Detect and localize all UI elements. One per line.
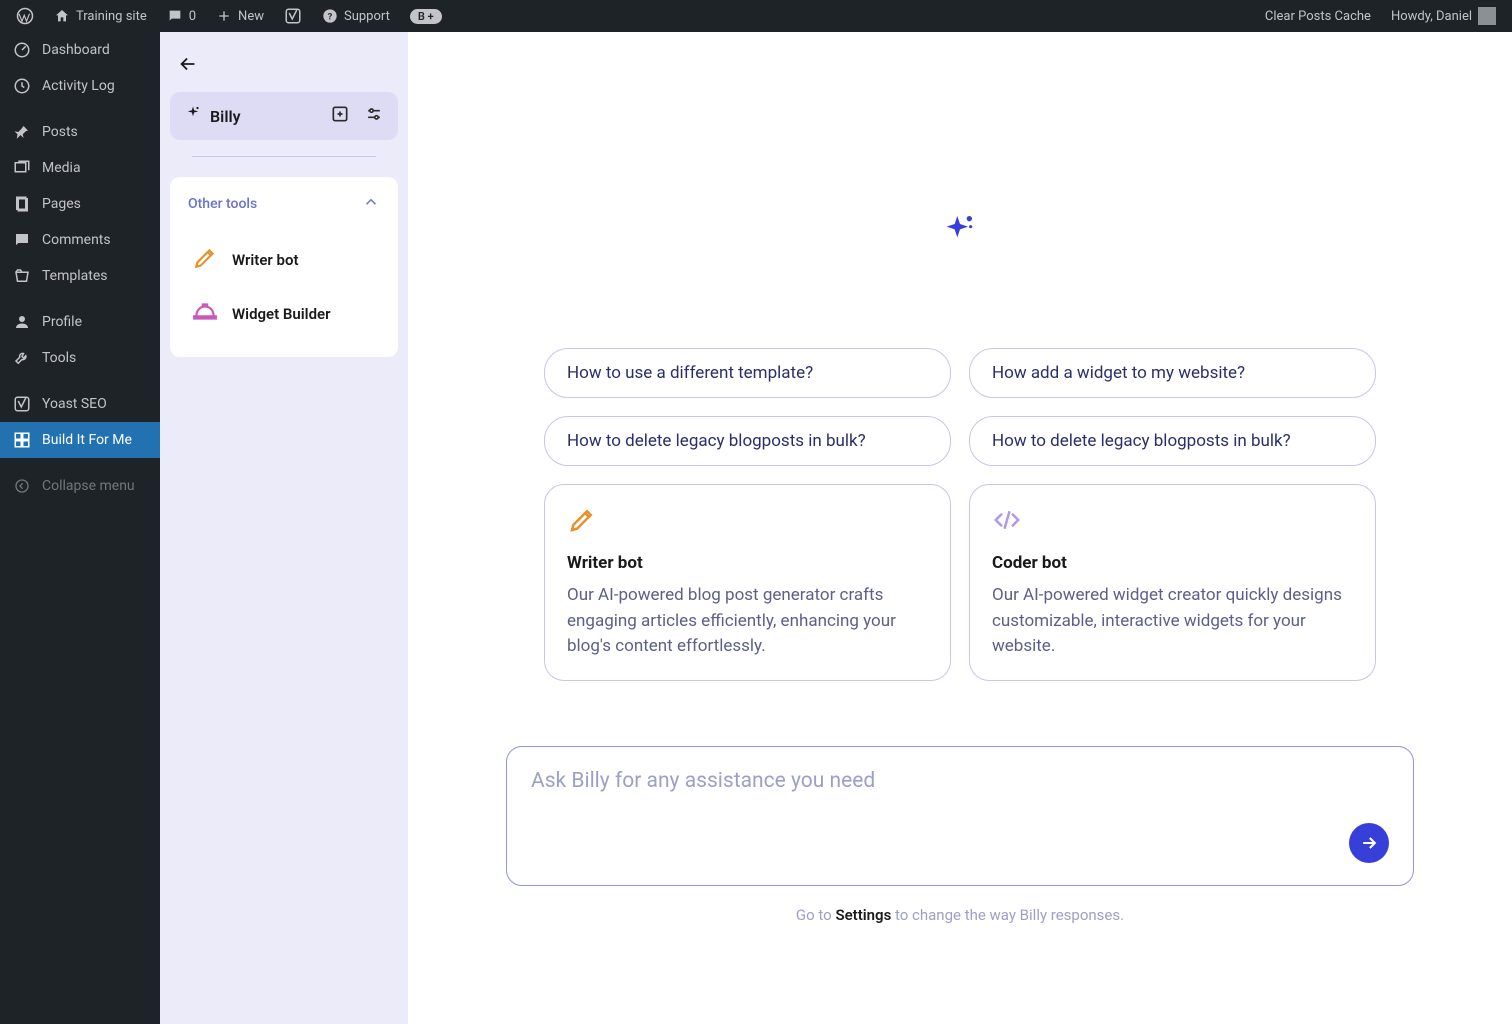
tools-icon [12, 348, 32, 368]
pin-icon [12, 122, 32, 142]
support-link[interactable]: ? Support [314, 0, 398, 32]
pencil-icon [192, 245, 218, 275]
writer-bot-desc: Our AI-powered blog post generator craft… [567, 583, 928, 660]
clear-cache-link[interactable]: Clear Posts Cache [1257, 0, 1379, 32]
coder-bot-desc: Our AI-powered widget creator quickly de… [992, 583, 1353, 660]
comments-link[interactable]: 0 [159, 0, 204, 32]
svg-text:?: ? [328, 11, 333, 22]
menu-activity-log[interactable]: Activity Log [0, 68, 160, 104]
wp-logo[interactable] [8, 0, 42, 32]
send-button[interactable] [1349, 823, 1389, 863]
coder-bot-title: Coder bot [992, 553, 1353, 573]
new-link[interactable]: New [208, 0, 272, 32]
collapse-icon [12, 476, 32, 496]
pages-icon [12, 194, 32, 214]
sparkle-icon [184, 105, 202, 127]
profile-icon [12, 312, 32, 332]
tool-widget-builder[interactable]: Widget Builder [188, 287, 380, 341]
new-chat-button[interactable] [330, 104, 350, 128]
coder-bot-card[interactable]: Coder bot Our AI-powered widget creator … [969, 484, 1376, 681]
templates-icon [12, 266, 32, 286]
admin-bar: Training site 0 New ? Support B + Clear … [0, 0, 1512, 32]
back-button[interactable] [170, 46, 206, 82]
menu-yoast[interactable]: Yoast SEO [0, 386, 160, 422]
prompt-input[interactable] [531, 769, 1389, 793]
main-content: How to use a different template? How add… [408, 32, 1512, 1024]
writer-bot-card[interactable]: Writer bot Our AI-powered blog post gene… [544, 484, 951, 681]
prompt-box [506, 746, 1414, 886]
wp-admin-sidebar: Dashboard Activity Log Posts Media Pages… [0, 32, 160, 1024]
site-name-link[interactable]: Training site [46, 0, 155, 32]
billy-header: Billy [170, 92, 398, 140]
menu-build-it[interactable]: Build It For Me [0, 422, 160, 458]
billy-panel: Billy Other tools Writer bot Widget Buil… [160, 32, 408, 1024]
new-label: New [238, 9, 264, 24]
writer-bot-title: Writer bot [567, 553, 928, 573]
suggestion-chip-2[interactable]: How to delete legacy blogposts in bulk? [544, 416, 951, 466]
build-it-icon [12, 430, 32, 450]
howdy-link[interactable]: Howdy, Daniel [1383, 0, 1504, 32]
menu-media[interactable]: Media [0, 150, 160, 186]
chevron-up-icon [362, 193, 380, 215]
menu-collapse[interactable]: Collapse menu [0, 468, 160, 504]
suggestion-chip-3[interactable]: How to delete legacy blogposts in bulk? [969, 416, 1376, 466]
avatar [1478, 7, 1496, 25]
code-icon [992, 505, 1353, 539]
site-name: Training site [76, 9, 147, 24]
settings-link[interactable]: Settings [835, 906, 891, 924]
billy-title: Billy [210, 107, 241, 126]
tool-writer-bot[interactable]: Writer bot [188, 233, 380, 287]
yoast-bar-icon[interactable] [276, 0, 310, 32]
support-label: Support [344, 9, 390, 24]
menu-templates[interactable]: Templates [0, 258, 160, 294]
dashboard-icon [12, 40, 32, 60]
hero-sparkle-icon [944, 212, 976, 248]
media-icon [12, 158, 32, 178]
menu-tools[interactable]: Tools [0, 340, 160, 376]
suggestion-chip-0[interactable]: How to use a different template? [544, 348, 951, 398]
bot-cards: Writer bot Our AI-powered blog post gene… [544, 484, 1376, 681]
footer-note: Go to Settings to change the way Billy r… [506, 906, 1414, 924]
menu-profile[interactable]: Profile [0, 304, 160, 340]
hardhat-icon [192, 299, 218, 329]
bplus-badge: B + [410, 9, 442, 24]
activity-icon [12, 76, 32, 96]
settings-button[interactable] [364, 104, 384, 128]
bplus-badge-wrap[interactable]: B + [402, 0, 450, 32]
divider [192, 156, 376, 157]
menu-pages[interactable]: Pages [0, 186, 160, 222]
pencil-icon [567, 505, 928, 539]
menu-posts[interactable]: Posts [0, 114, 160, 150]
yoast-icon [12, 394, 32, 414]
suggestion-chip-1[interactable]: How add a widget to my website? [969, 348, 1376, 398]
comments-icon [12, 230, 32, 250]
menu-comments[interactable]: Comments [0, 222, 160, 258]
comments-count: 0 [189, 9, 196, 24]
menu-dashboard[interactable]: Dashboard [0, 32, 160, 68]
other-tools-card: Other tools Writer bot Widget Builder [170, 177, 398, 357]
suggestions-grid: How to use a different template? How add… [544, 348, 1376, 466]
other-tools-toggle[interactable]: Other tools [188, 193, 380, 215]
